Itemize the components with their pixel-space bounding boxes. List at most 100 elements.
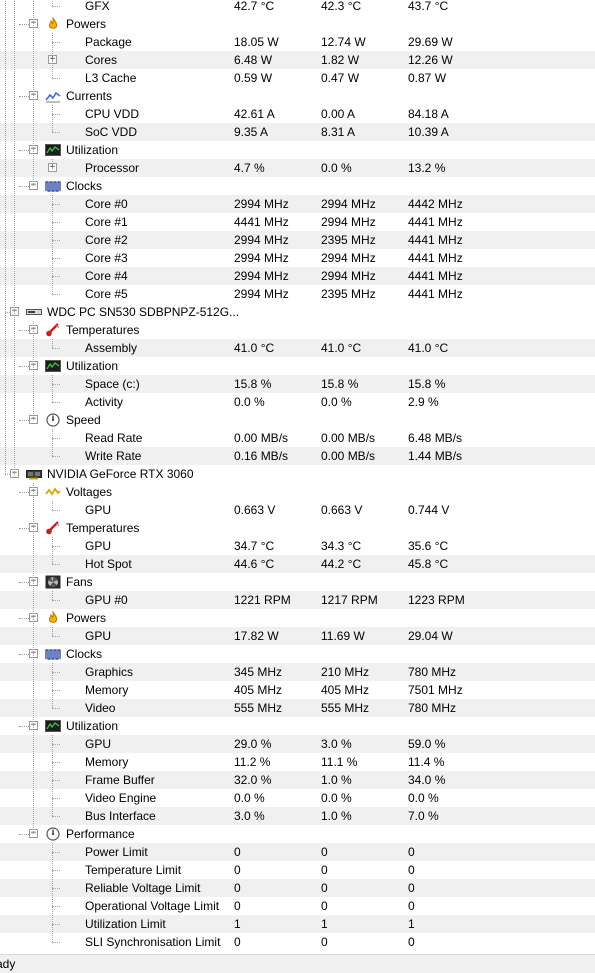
sensor-row[interactable]: Operational Voltage Limit 0 0 0 [0, 897, 595, 915]
sensor-row[interactable]: Activity 0.0 % 0.0 % 2.9 % [0, 393, 595, 411]
current-value: 42.61 A [234, 107, 275, 121]
tree-connector [19, 582, 29, 583]
sensor-row[interactable]: Video 555 MHz 555 MHz 780 MHz [0, 699, 595, 717]
sensor-row[interactable]: Memory 405 MHz 405 MHz 7501 MHz [0, 681, 595, 699]
sensor-row[interactable]: Memory 11.2 % 11.1 % 11.4 % [0, 753, 595, 771]
group-label: Powers [66, 17, 107, 31]
tree-connector [52, 501, 53, 510]
sensor-group-row[interactable]: − Currents [0, 87, 595, 105]
current-value: 0 [234, 863, 241, 877]
device-node[interactable]: − WDC PC SN530 SDBPNPZ-512G... [0, 303, 595, 321]
tree-connector [52, 600, 60, 601]
sensor-group-row[interactable]: − Temperatures [0, 321, 595, 339]
min-value: 2994 MHz [321, 215, 376, 229]
sensor-label: Space (c:) [85, 377, 140, 391]
sensor-label: Core #0 [85, 197, 128, 211]
tree-connector [52, 744, 60, 745]
current-value: 15.8 % [234, 377, 272, 391]
sensor-group-row[interactable]: − Powers [0, 609, 595, 627]
sensor-row[interactable]: Core #1 4441 MHz 2994 MHz 4441 MHz [0, 213, 595, 231]
sensor-row[interactable]: GPU 0.663 V 0.663 V 0.744 V [0, 501, 595, 519]
sensor-row[interactable]: Core #2 2994 MHz 2395 MHz 4441 MHz [0, 231, 595, 249]
sensor-label: Core #4 [85, 269, 128, 283]
sensor-row[interactable]: Video Engine 0.0 % 0.0 % 0.0 % [0, 789, 595, 807]
current-value: 4.7 % [234, 161, 265, 175]
sensor-row[interactable]: L3 Cache 0.59 W 0.47 W 0.87 W [0, 69, 595, 87]
min-value: 2994 MHz [321, 269, 376, 283]
sensor-row[interactable]: GPU 29.0 % 3.0 % 59.0 % [0, 735, 595, 753]
max-value: 15.8 % [408, 377, 446, 391]
sensor-row[interactable]: GPU 17.82 W 11.69 W 29.04 W [0, 627, 595, 645]
sensor-group-row[interactable]: − Clocks [0, 645, 595, 663]
sensor-row[interactable]: Utilization Limit 1 1 1 [0, 915, 595, 933]
sensor-group-row[interactable]: − Fans [0, 573, 595, 591]
sensor-row[interactable]: Power Limit 0 0 0 [0, 843, 595, 861]
tree-connector [52, 456, 60, 457]
tree-connector [52, 294, 60, 295]
sensor-group-row[interactable]: − Powers [0, 15, 595, 33]
max-value: 35.6 °C [408, 539, 449, 553]
sensor-row[interactable]: Bus Interface 3.0 % 1.0 % 7.0 % [0, 807, 595, 825]
current-value: 11.2 % [234, 755, 271, 769]
device-node[interactable]: − NVIDIA GeForce RTX 3060 [0, 465, 595, 483]
sensor-row[interactable]: + Processor 4.7 % 0.0 % 13.2 % [0, 159, 595, 177]
min-value: 0.663 V [321, 503, 363, 517]
tree-connector [33, 483, 34, 834]
tree-connector [52, 159, 53, 168]
sensor-row[interactable]: Assembly 41.0 °C 41.0 °C 41.0 °C [0, 339, 595, 357]
sensor-row[interactable]: GFX 42.7 °C 42.3 °C 43.7 °C [0, 0, 595, 15]
sensor-row[interactable]: Core #4 2994 MHz 2994 MHz 4441 MHz [0, 267, 595, 285]
sensor-label: Memory [85, 683, 129, 697]
tree-connector [19, 186, 29, 187]
tree-connector [19, 366, 29, 367]
sensor-group-row[interactable]: − Utilization [0, 717, 595, 735]
sensor-group-row[interactable]: − Utilization [0, 141, 595, 159]
sensor-group-row[interactable]: − Clocks [0, 177, 595, 195]
min-value: 210 MHz [321, 665, 370, 679]
max-value: 0.0 % [408, 791, 439, 805]
tree-connector [52, 708, 60, 709]
min-value: 0.0 % [321, 161, 352, 175]
min-value: 1.0 % [321, 809, 352, 823]
sensor-row[interactable]: Hot Spot 44.6 °C 44.2 °C 45.8 °C [0, 555, 595, 573]
max-value: 13.2 % [408, 161, 446, 175]
monitor-icon [45, 143, 61, 157]
sensor-group-row[interactable]: − Speed [0, 411, 595, 429]
sensor-row[interactable]: Package 18.05 W 12.74 W 29.69 W [0, 33, 595, 51]
max-value: 59.0 % [408, 737, 446, 751]
sensor-row[interactable]: Reliable Voltage Limit 0 0 0 [0, 879, 595, 897]
tree-connector [52, 222, 60, 223]
max-value: 7.0 % [408, 809, 439, 823]
current-value: 42.7 °C [234, 0, 275, 13]
sensor-row[interactable]: Temperature Limit 0 0 0 [0, 861, 595, 879]
tree-connector [19, 726, 29, 727]
sensor-row[interactable]: Space (c:) 15.8 % 15.8 % 15.8 % [0, 375, 595, 393]
sensor-row[interactable]: Core #3 2994 MHz 2994 MHz 4441 MHz [0, 249, 595, 267]
sensor-row[interactable]: CPU VDD 42.61 A 0.00 A 84.18 A [0, 105, 595, 123]
sensor-row[interactable]: GPU #0 1221 RPM 1217 RPM 1223 RPM [0, 591, 595, 609]
sensor-group-row[interactable]: − Voltages [0, 483, 595, 501]
current-value: 18.05 W [234, 35, 279, 49]
max-value: 45.8 °C [408, 557, 449, 571]
sensor-row[interactable]: Core #5 2994 MHz 2395 MHz 4441 MHz [0, 285, 595, 303]
sensor-row[interactable]: Core #0 2994 MHz 2994 MHz 4442 MHz [0, 195, 595, 213]
sensor-label: GPU [85, 629, 112, 643]
sensor-row[interactable]: Graphics 345 MHz 210 MHz 780 MHz [0, 663, 595, 681]
sensor-group-row[interactable]: − Performance [0, 825, 595, 843]
sensor-row[interactable]: SLI Synchronisation Limit 0 0 0 [0, 933, 595, 951]
tree-connector [52, 195, 53, 294]
sensor-row[interactable]: Write Rate 0.16 MB/s 0.00 MB/s 1.44 MB/s [0, 447, 595, 465]
max-value: 0.87 W [408, 71, 447, 85]
sensor-group-row[interactable]: − Utilization [0, 357, 595, 375]
tree-connector [52, 258, 60, 259]
sensor-row[interactable]: + Cores 6.48 W 1.82 W 12.26 W [0, 51, 595, 69]
sensor-row[interactable]: GPU 34.7 °C 34.3 °C 35.6 °C [0, 537, 595, 555]
sensor-row[interactable]: SoC VDD 9.35 A 8.31 A 10.39 A [0, 123, 595, 141]
sensor-label: L3 Cache [85, 71, 137, 85]
max-value: 41.0 °C [408, 341, 449, 355]
group-label: NVIDIA GeForce RTX 3060 [47, 467, 194, 481]
sensor-row[interactable]: Frame Buffer 32.0 % 1.0 % 34.0 % [0, 771, 595, 789]
current-value: 405 MHz [234, 683, 283, 697]
sensor-group-row[interactable]: − Temperatures [0, 519, 595, 537]
sensor-row[interactable]: Read Rate 0.00 MB/s 0.00 MB/s 6.48 MB/s [0, 429, 595, 447]
